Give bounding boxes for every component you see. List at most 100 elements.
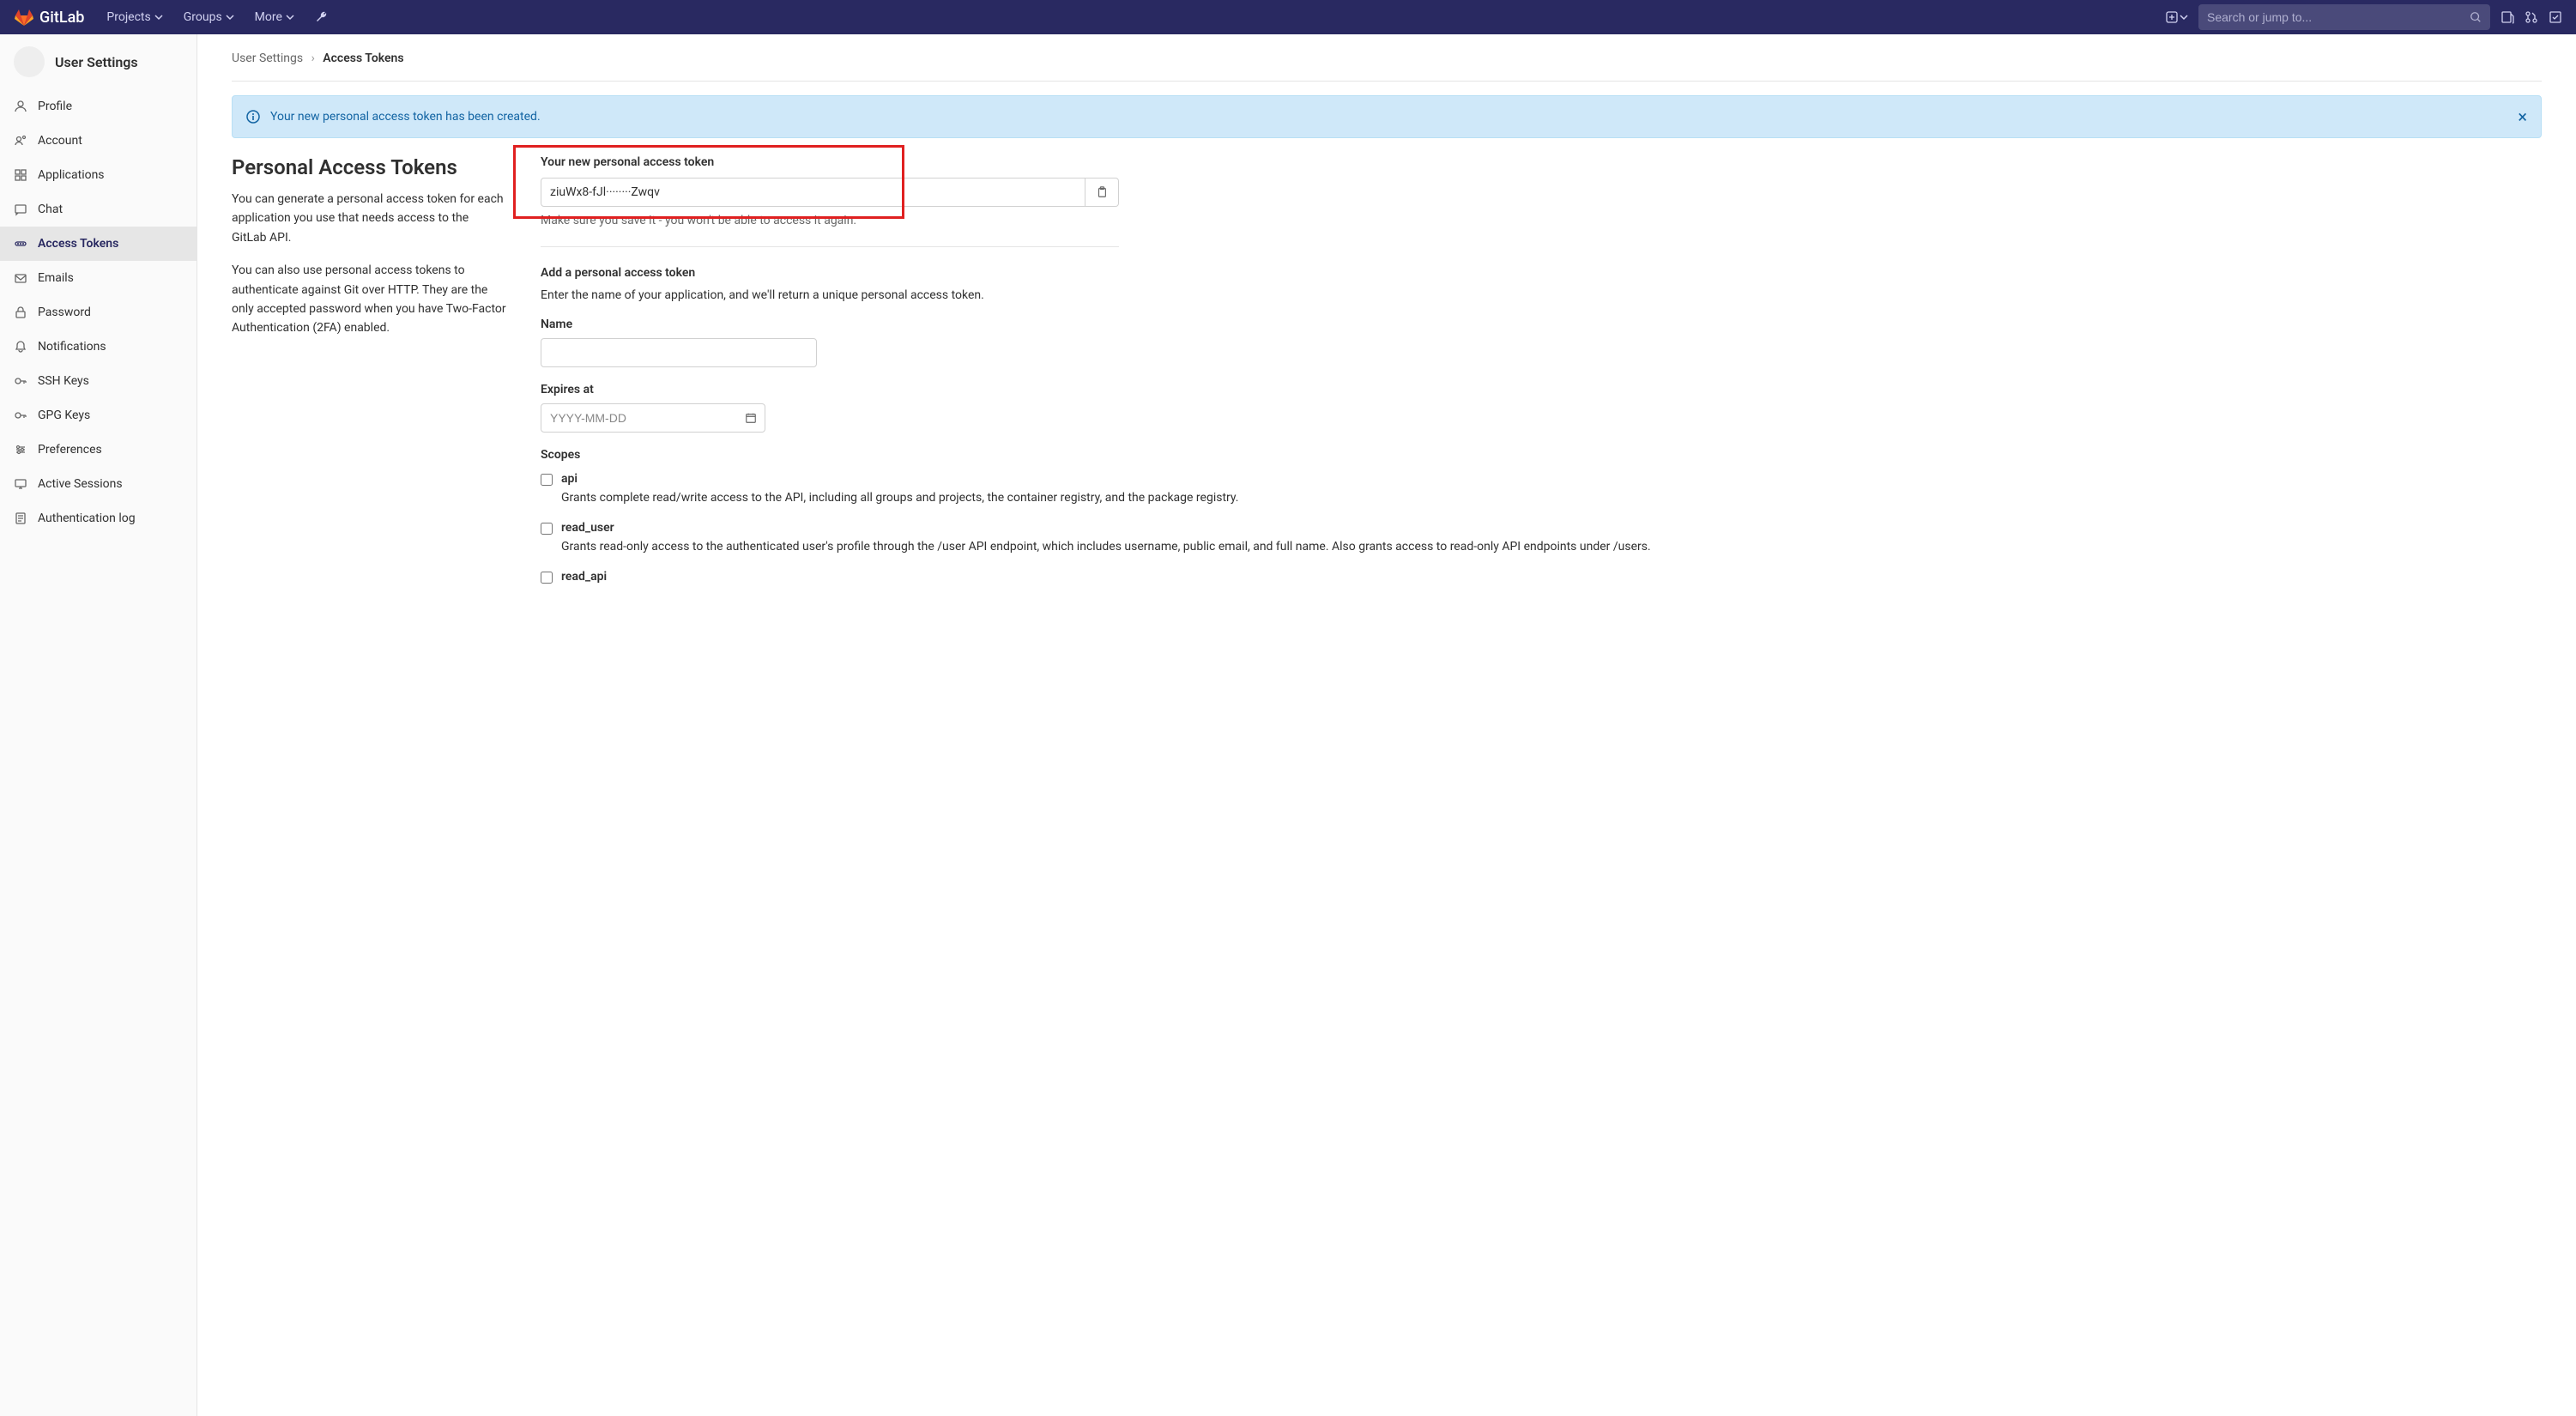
key-icon bbox=[14, 374, 27, 388]
sidebar-item-notifications[interactable]: Notifications bbox=[0, 330, 197, 364]
token-created-alert: Your new personal access token has been … bbox=[232, 95, 2542, 138]
top-navbar: GitLab Projects Groups More bbox=[0, 0, 2576, 34]
nav-groups[interactable]: Groups bbox=[175, 3, 243, 31]
chevron-down-icon bbox=[286, 13, 294, 21]
expires-label: Expires at bbox=[541, 383, 2542, 396]
add-token-heading: Add a personal access token bbox=[541, 266, 2542, 280]
nav-projects[interactable]: Projects bbox=[98, 3, 171, 31]
search-input[interactable] bbox=[2207, 10, 2470, 24]
sidebar-title: User Settings bbox=[55, 54, 138, 70]
chevron-down-icon bbox=[154, 13, 163, 21]
sidebar-item-gpg-keys[interactable]: GPG Keys bbox=[0, 398, 197, 433]
bell-icon bbox=[14, 340, 27, 354]
sidebar-item-label: Emails bbox=[38, 271, 74, 285]
token-save-hint: Make sure you save it - you won't be abl… bbox=[541, 214, 2542, 227]
scope-read_user: read_user Grants read-only access to the … bbox=[541, 521, 2542, 556]
profile-icon bbox=[14, 100, 27, 113]
sidebar-header: User Settings bbox=[0, 34, 197, 89]
sidebar-item-label: Account bbox=[38, 134, 82, 148]
gitlab-icon bbox=[14, 7, 34, 27]
plus-icon bbox=[2166, 11, 2178, 23]
sidebar-item-preferences[interactable]: Preferences bbox=[0, 433, 197, 467]
page-description-1: You can generate a personal access token… bbox=[232, 190, 506, 247]
settings-sidebar: User Settings Profile Account Applications… bbox=[0, 34, 197, 1416]
new-dropdown[interactable] bbox=[2166, 11, 2188, 23]
expires-at-input[interactable] bbox=[541, 403, 765, 433]
nav-more[interactable]: More bbox=[246, 3, 303, 31]
scope-checkbox-read_user[interactable] bbox=[541, 523, 553, 535]
lock-icon bbox=[14, 306, 27, 319]
scope-checkbox-api[interactable] bbox=[541, 474, 553, 486]
sidebar-item-authentication-log[interactable]: Authentication log bbox=[0, 501, 197, 536]
scope-api: apiGrants complete read/write access to … bbox=[541, 472, 2542, 507]
clipboard-icon bbox=[1096, 186, 1108, 198]
sidebar-item-label: Active Sessions bbox=[38, 477, 123, 491]
name-label: Name bbox=[541, 318, 2542, 331]
scope-name: read_user bbox=[561, 521, 2542, 535]
scope-name: read_api bbox=[561, 570, 2542, 584]
nav-admin-wrench[interactable] bbox=[306, 3, 337, 31]
search-icon bbox=[2470, 11, 2482, 23]
search-box[interactable] bbox=[2198, 4, 2490, 30]
info-icon bbox=[246, 110, 260, 124]
token-value-input[interactable] bbox=[541, 178, 1085, 207]
sidebar-item-applications[interactable]: Applications bbox=[0, 158, 197, 192]
copy-token-button[interactable] bbox=[1085, 178, 1119, 207]
new-token-section: Your new personal access token Make sure… bbox=[541, 155, 2542, 227]
sidebar-item-active-sessions[interactable]: Active Sessions bbox=[0, 467, 197, 501]
alert-message: Your new personal access token has been … bbox=[270, 110, 541, 124]
scope-checkbox-read_api[interactable] bbox=[541, 572, 553, 584]
sidebar-item-account[interactable]: Account bbox=[0, 124, 197, 158]
gitlab-logo[interactable]: GitLab bbox=[14, 7, 84, 27]
log-icon bbox=[14, 511, 27, 525]
key-icon bbox=[14, 408, 27, 422]
alert-close-button[interactable]: × bbox=[2518, 108, 2527, 125]
wrench-icon bbox=[315, 10, 329, 24]
section-divider bbox=[541, 246, 1119, 247]
token-name-input[interactable] bbox=[541, 338, 817, 367]
chat-icon bbox=[14, 203, 27, 216]
sidebar-item-label: Access Tokens bbox=[38, 237, 118, 251]
sidebar-item-label: Notifications bbox=[38, 340, 106, 354]
sidebar-item-label: Password bbox=[38, 306, 91, 319]
scope-name: api bbox=[561, 472, 2542, 486]
page-title: Personal Access Tokens bbox=[232, 155, 506, 179]
merge-requests-icon-link[interactable] bbox=[2525, 10, 2538, 24]
sidebar-item-chat[interactable]: Chat bbox=[0, 192, 197, 227]
sidebar-item-profile[interactable]: Profile bbox=[0, 89, 197, 124]
page-intro: Personal Access Tokens You can generate … bbox=[232, 155, 506, 601]
sidebar-item-label: Authentication log bbox=[38, 511, 136, 525]
sidebar-item-label: GPG Keys bbox=[38, 408, 90, 422]
sidebar-item-label: Profile bbox=[38, 100, 72, 113]
todos-icon bbox=[2549, 10, 2562, 24]
email-icon bbox=[14, 271, 27, 285]
chevron-down-icon bbox=[226, 13, 234, 21]
sidebar-item-password[interactable]: Password bbox=[0, 295, 197, 330]
sidebar-item-access-tokens[interactable]: Access Tokens bbox=[0, 227, 197, 261]
breadcrumb-current: Access Tokens bbox=[323, 51, 403, 65]
sessions-icon bbox=[14, 477, 27, 491]
sidebar-item-label: Chat bbox=[38, 203, 63, 216]
divider bbox=[232, 81, 2542, 82]
sidebar-item-ssh-keys[interactable]: SSH Keys bbox=[0, 364, 197, 398]
user-avatar bbox=[14, 46, 45, 77]
scope-read_api: read_api bbox=[541, 570, 2542, 587]
prefs-icon bbox=[14, 443, 27, 457]
brand-text: GitLab bbox=[39, 9, 84, 27]
scope-description: Grants read-only access to the authentic… bbox=[561, 538, 2542, 556]
navbar-right bbox=[2166, 4, 2562, 30]
scopes-label: Scopes bbox=[541, 448, 2542, 462]
new-token-label: Your new personal access token bbox=[541, 155, 2542, 169]
sidebar-item-emails[interactable]: Emails bbox=[0, 261, 197, 295]
sidebar-item-label: Preferences bbox=[38, 443, 102, 457]
navbar-left: GitLab Projects Groups More bbox=[14, 3, 337, 31]
token-icon bbox=[14, 237, 27, 251]
merge-request-icon bbox=[2525, 10, 2538, 24]
chevron-down-icon bbox=[2180, 13, 2188, 21]
issues-icon-link[interactable] bbox=[2500, 10, 2514, 24]
todos-icon-link[interactable] bbox=[2549, 10, 2562, 24]
breadcrumb: User Settings › Access Tokens bbox=[232, 51, 2542, 65]
sidebar-item-label: SSH Keys bbox=[38, 374, 89, 388]
main-content: User Settings › Access Tokens Your new p… bbox=[197, 34, 2576, 1416]
breadcrumb-parent[interactable]: User Settings bbox=[232, 51, 303, 65]
